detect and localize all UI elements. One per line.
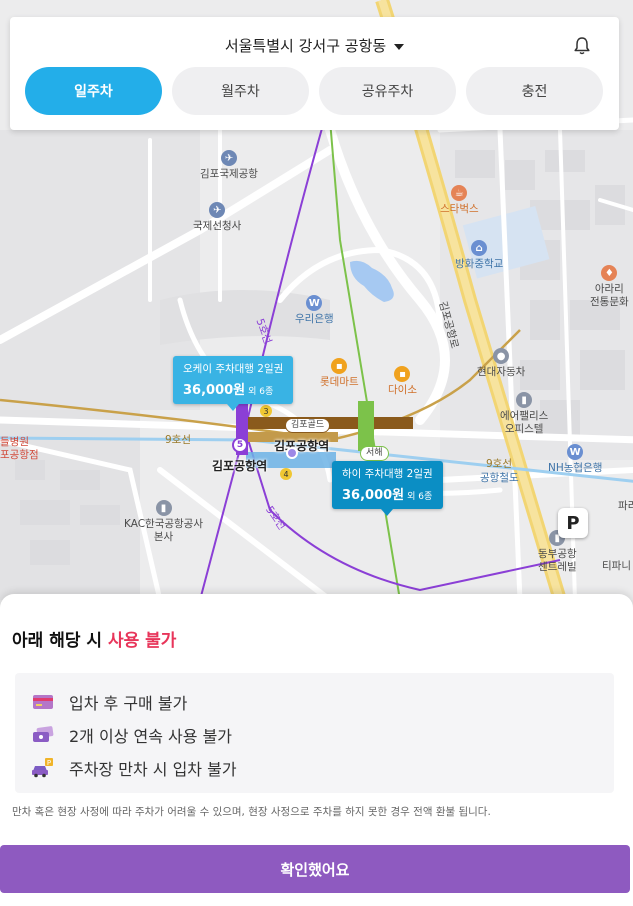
category-tabs: 일주차 월주차 공유주차 충전 — [25, 67, 603, 115]
poi-gimpo-intl[interactable]: ✈ 김포국제공항 — [200, 150, 258, 181]
confirm-button[interactable]: 확인했어요 — [0, 845, 630, 893]
car-parking-icon: P — [31, 757, 55, 778]
rule-text: 입차 후 구매 불가 — [69, 693, 188, 713]
building-icon: ▮ — [516, 392, 533, 408]
rule-item: P 주차장 만차 시 입차 불가 — [31, 751, 598, 784]
line-tag-gold: 김포골드 — [285, 418, 331, 433]
tickets-icon — [31, 725, 55, 745]
poi-lotte[interactable]: ▪ 롯데마트 — [320, 358, 359, 389]
rules-box: 입차 후 구매 불가 2개 이상 연속 사용 불가 P 주차장 만차 시 입차 … — [15, 673, 614, 793]
parking-price-bubble-hi[interactable]: 하이 주차대행 2일권 36,000원 외 6종 — [332, 461, 443, 516]
tab-shared-parking[interactable]: 공유주차 — [319, 67, 456, 115]
line-tag-seohae: 서해 — [360, 446, 389, 461]
bank-icon: W — [306, 295, 323, 311]
bubble-price: 36,000원 외 6종 — [342, 488, 433, 503]
poi-starbucks[interactable]: ☕ 스타벅스 — [440, 185, 479, 216]
shopping-icon: ▪ — [331, 358, 348, 374]
parking-marker[interactable]: P — [558, 508, 588, 538]
bubble-price: 36,000원 외 6종 — [183, 383, 274, 398]
tab-charging[interactable]: 충전 — [466, 67, 603, 115]
bell-icon[interactable] — [573, 36, 591, 56]
station-label-gimpo-airport[interactable]: 김포공항역 — [274, 437, 329, 454]
poi-kac[interactable]: ▮ KAC한국공항공사 본사 — [124, 500, 203, 544]
rule-text: 주차장 만차 시 입차 불가 — [69, 759, 237, 779]
poi-daiso[interactable]: ▪ 다이소 — [388, 366, 417, 397]
sheet-title: 아래 해당 시 사용 불가 — [12, 631, 177, 651]
credit-card-icon — [31, 692, 55, 712]
rule-text: 2개 이상 연속 사용 불가 — [69, 726, 233, 746]
line-label-9: 9호선 — [165, 434, 192, 446]
refund-notice: 만차 혹은 현장 사정에 따라 주차가 어려울 수 있으며, 현장 사정으로 주… — [12, 806, 491, 818]
poi-hyundai[interactable]: ● 현대자동차 — [477, 348, 525, 379]
shopping-icon: ▪ — [394, 366, 411, 382]
rule-item: 2개 이상 연속 사용 불가 — [31, 718, 598, 751]
poi-banghwa[interactable]: ⌂ 방화중학교 — [455, 240, 503, 271]
poi-airpalace[interactable]: ▮ 에어팰리스 오피스텔 — [500, 392, 548, 436]
restriction-sheet: 아래 해당 시 사용 불가 입차 후 구매 불가 2개 이상 연속 사용 불가 … — [0, 594, 633, 906]
airplane-icon: ✈ — [220, 150, 237, 166]
poi-nh[interactable]: W NH농협은행 — [548, 444, 602, 475]
svg-text:P: P — [47, 759, 51, 767]
rule-item: 입차 후 구매 불가 — [31, 685, 598, 718]
caret-down-icon — [394, 43, 405, 50]
tab-daily-parking[interactable]: 일주차 — [25, 67, 162, 115]
current-location-dot — [286, 447, 298, 459]
bank-icon: W — [567, 444, 584, 460]
line-label-9b: 9호선 — [486, 458, 513, 470]
coffee-icon: ☕ — [451, 185, 468, 201]
landmark-icon: ♦ — [601, 265, 618, 281]
bubble-title: 오케이 주차대행 2일권 — [183, 363, 284, 375]
poi-arari[interactable]: ♦ 아라리 전통문화 — [590, 265, 629, 309]
poi-hospital[interactable]: 들병원 포공항점 — [0, 436, 39, 462]
building-icon: ▮ — [155, 500, 172, 516]
poi-tipani[interactable]: 티파니 — [602, 560, 631, 573]
location-selector[interactable]: 서울특별시 강서구 공항동 — [10, 35, 619, 56]
poi-gukje[interactable]: ✈ 국제선청사 — [193, 202, 241, 233]
poi-pa[interactable]: 파리 — [618, 500, 633, 513]
car-icon: ● — [493, 348, 510, 364]
header-card: 서울특별시 강서구 공항동 일주차 월주차 공유주차 충전 — [10, 17, 619, 130]
parking-price-bubble-ok[interactable]: 오케이 주차대행 2일권 36,000원 외 6종 — [173, 356, 294, 411]
gold-line-marker-2: 4 — [280, 468, 292, 480]
gold-line-marker: 3 — [260, 405, 272, 417]
location-label: 서울특별시 강서구 공항동 — [224, 37, 387, 55]
line5-marker: 5 — [232, 437, 248, 453]
school-icon: ⌂ — [471, 240, 488, 256]
warning-text: 사용 불가 — [107, 631, 177, 651]
poi-woori[interactable]: W 우리은행 — [295, 295, 334, 326]
line-label-airport-rail: 공항철도 — [480, 472, 519, 484]
station-label-gimpo-airport-2[interactable]: 김포공항역 — [212, 457, 267, 474]
tab-monthly-parking[interactable]: 월주차 — [172, 67, 309, 115]
bubble-title: 하이 주차대행 2일권 — [342, 468, 433, 480]
airplane-icon: ✈ — [209, 202, 226, 218]
